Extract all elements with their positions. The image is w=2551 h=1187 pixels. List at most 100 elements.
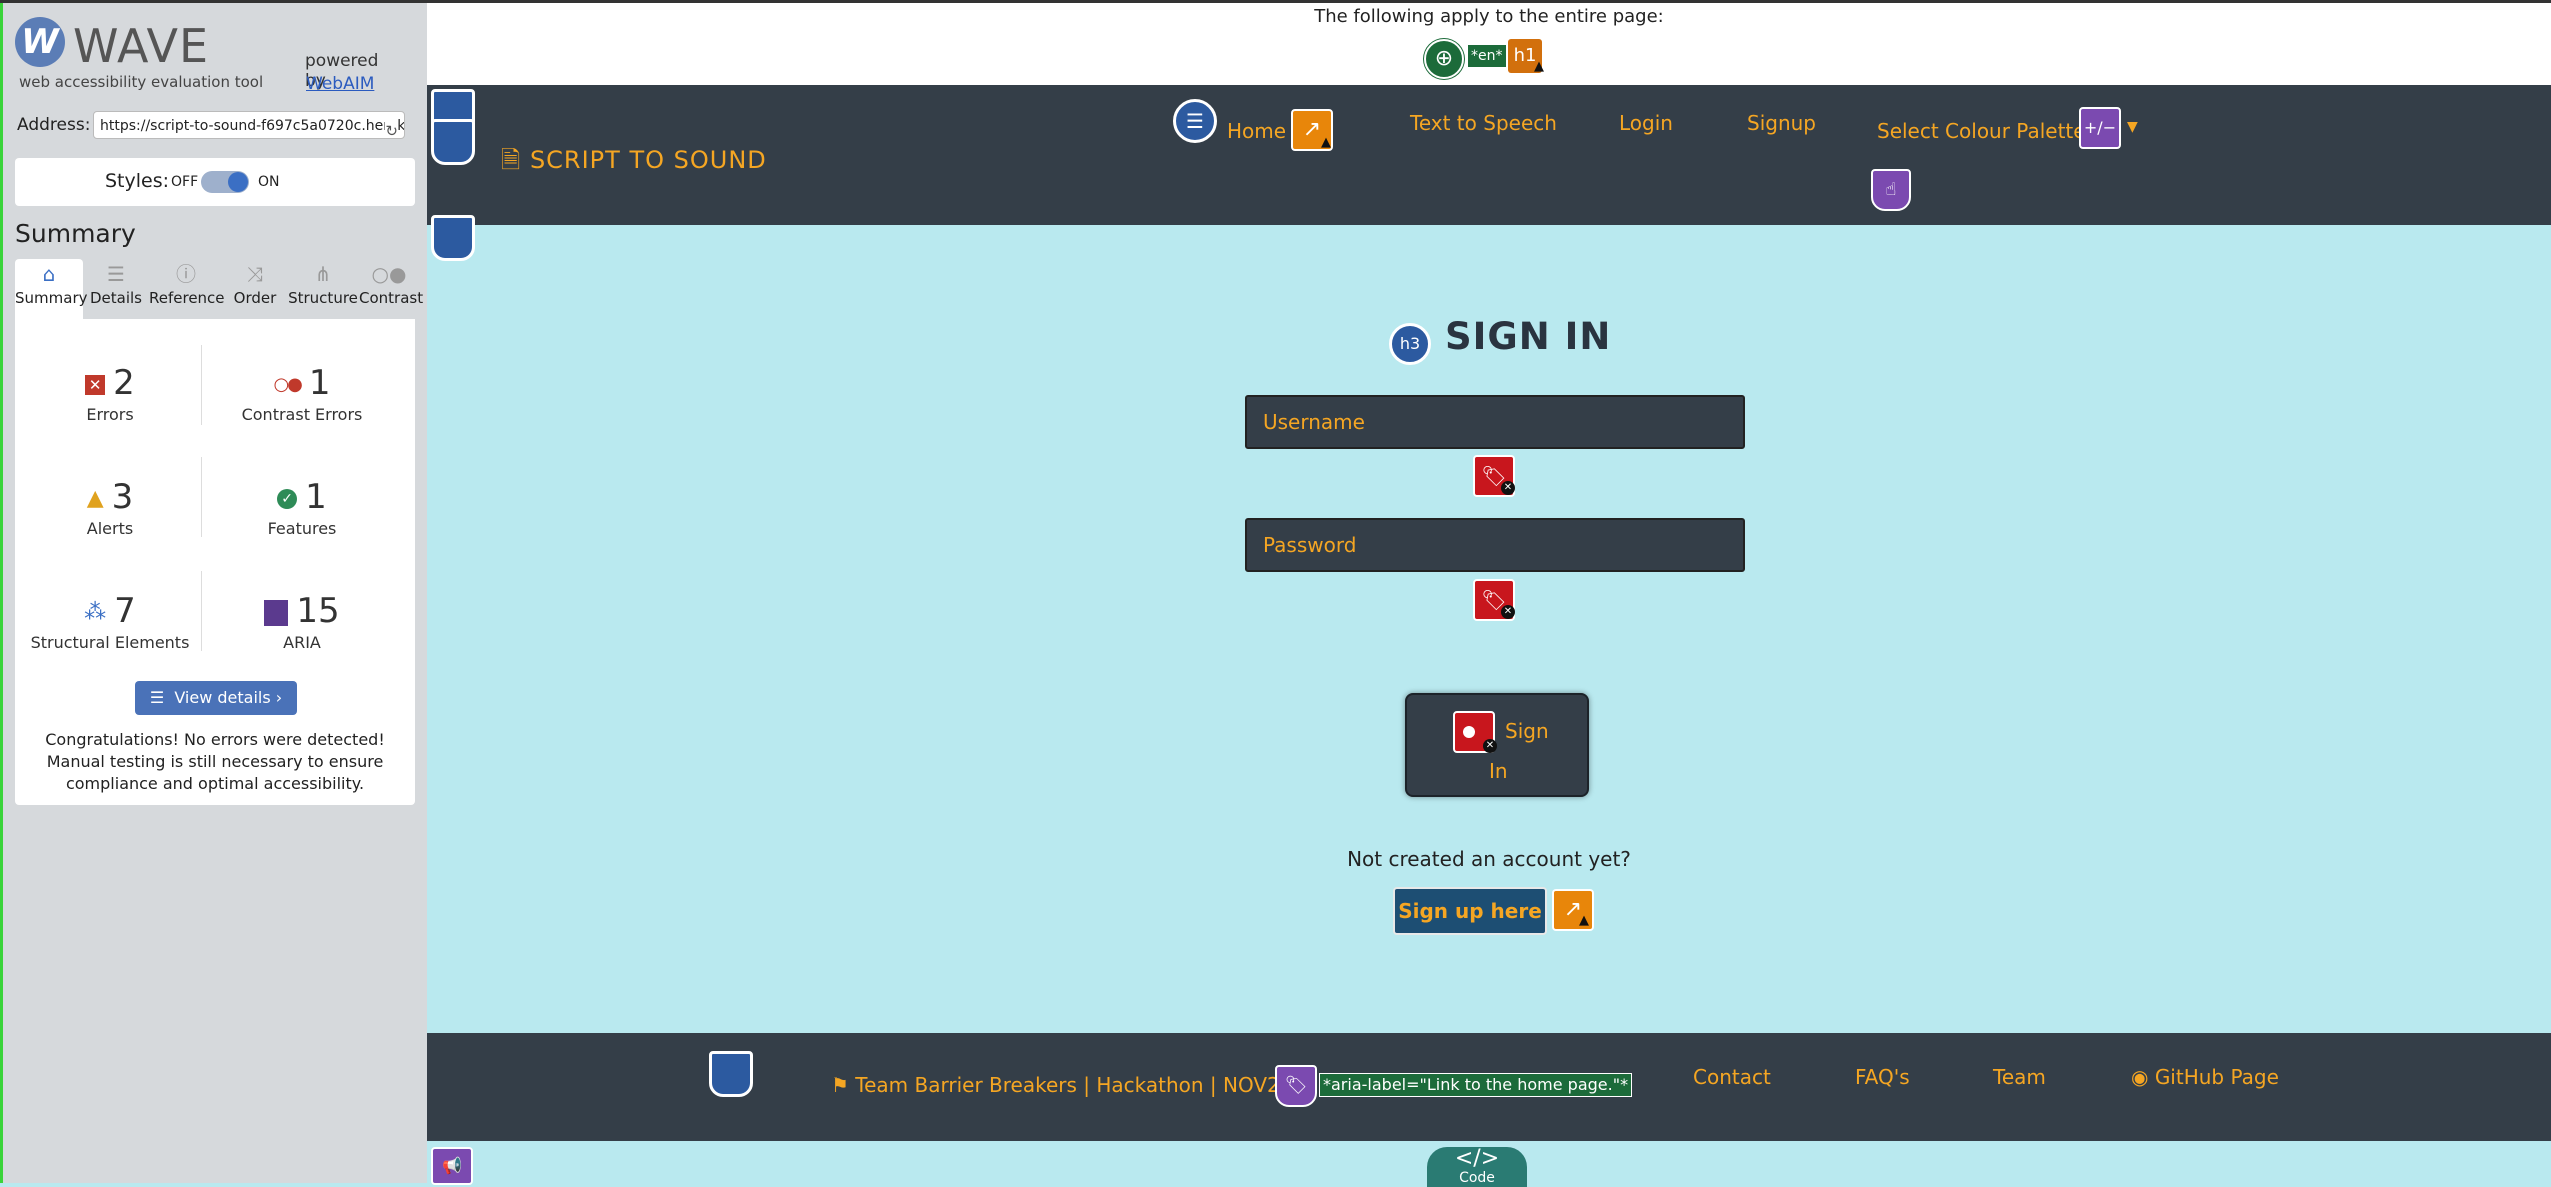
- structure-icon: ⁂: [84, 600, 107, 625]
- warning-mini-icon: ▲: [1534, 59, 1544, 74]
- divider: [201, 457, 202, 537]
- sign-in-label-1: Sign: [1505, 719, 1549, 743]
- tab-details[interactable]: ☰ Details: [83, 259, 149, 319]
- tab-label: Contrast: [359, 289, 424, 307]
- styles-on-label: ON: [258, 174, 280, 190]
- aria-hand-icon[interactable]: ☝: [1871, 169, 1911, 211]
- footer-landmark-icon[interactable]: [709, 1051, 753, 1097]
- nav-signup[interactable]: Signup: [1747, 111, 1816, 135]
- webaim-link[interactable]: WebAIM: [306, 74, 374, 94]
- username-placeholder: Username: [1263, 410, 1365, 434]
- order-icon: ⤨: [247, 262, 263, 286]
- footer-team-link[interactable]: ⚑ Team Barrier Breakers | Hackathon | NO…: [831, 1073, 1293, 1097]
- contrast-icon: ○●: [371, 262, 407, 286]
- megaphone-icon[interactable]: 📢: [431, 1147, 473, 1185]
- summary-panel: ✕ 2 Errors ○● 1 Contrast Errors ▲ 3 Alerts …: [15, 319, 415, 805]
- page-wide-title: The following apply to the entire page:: [1314, 6, 1664, 27]
- username-field[interactable]: Username: [1245, 395, 1745, 449]
- address-value: https://script-to-sound-f697c5a0720c.her…: [100, 118, 405, 134]
- page-title: SIGN IN: [1445, 315, 1612, 358]
- evaluated-page: The following apply to the entire page: …: [427, 3, 2551, 1187]
- list-icon: ☰: [107, 262, 125, 286]
- sign-in-button[interactable]: ✕ Sign In: [1405, 693, 1589, 797]
- main-landmark-icon[interactable]: [431, 215, 475, 261]
- aria-icon: [264, 599, 289, 626]
- flag-icon: ⚑: [831, 1073, 856, 1097]
- errors-count: 2: [113, 363, 135, 403]
- stat-structural[interactable]: ⁂ 7 Structural Elements: [25, 591, 195, 652]
- error-x-icon: ✕: [1501, 481, 1515, 495]
- features-label: Features: [267, 519, 337, 538]
- navigation-landmark-icon[interactable]: [431, 119, 475, 165]
- aria-count: 15: [296, 591, 340, 631]
- stat-features[interactable]: ✓ 1 Features: [217, 477, 387, 538]
- sign-in-label-2: In: [1489, 759, 1508, 783]
- reload-icon[interactable]: ↻: [385, 117, 398, 138]
- features-count: 1: [305, 477, 327, 517]
- nav-login[interactable]: Login: [1619, 111, 1673, 135]
- list-icon[interactable]: ☰: [1173, 99, 1217, 143]
- address-row: Address: https://script-to-sound-f697c5a…: [17, 111, 417, 141]
- stat-errors[interactable]: ✕ 2 Errors: [25, 363, 195, 424]
- footer-team[interactable]: Team: [1993, 1065, 2046, 1089]
- globe-icon[interactable]: ⊕: [1424, 39, 1464, 79]
- code-toggle-tab[interactable]: </> Code: [1427, 1147, 1527, 1187]
- error-x-icon: ✕: [1501, 605, 1515, 619]
- tab-label: Reference: [149, 289, 225, 307]
- divider: [201, 571, 202, 651]
- h3-heading-icon[interactable]: h3: [1389, 323, 1431, 365]
- alert-icon: ▲: [86, 486, 104, 511]
- view-details-button[interactable]: ☰ View details ›: [135, 681, 297, 715]
- footer-github[interactable]: ◉ GitHub Page: [2131, 1065, 2279, 1089]
- nav-home[interactable]: Home: [1227, 119, 1286, 143]
- error-icon: ✕: [85, 374, 106, 395]
- chevron-down-icon[interactable]: ▼: [2127, 119, 2138, 135]
- feature-icon: ✓: [277, 488, 298, 509]
- stat-alerts[interactable]: ▲ 3 Alerts: [25, 477, 195, 538]
- stat-aria[interactable]: 15 ARIA: [217, 591, 387, 652]
- congrats-message: Congratulations! No errors were detected…: [45, 730, 385, 793]
- tab-label: Structure: [288, 289, 358, 307]
- wave-tabs: ⌂ Summary ☰ Details ⓘ Reference ⤨ Order …: [15, 259, 423, 319]
- aria-label: ARIA: [283, 633, 321, 652]
- address-input[interactable]: https://script-to-sound-f697c5a0720c.her…: [93, 111, 405, 139]
- error-x-icon: ✕: [1483, 739, 1497, 753]
- wave-logo-icon[interactable]: W: [15, 17, 65, 67]
- language-badge[interactable]: *en*: [1468, 45, 1506, 67]
- aria-palette-icon[interactable]: +/−: [2079, 107, 2121, 149]
- tab-order[interactable]: ⤨ Order: [223, 259, 287, 319]
- aria-label-icon[interactable]: 🏷: [1275, 1065, 1317, 1107]
- contrast-error-icon: ○●: [273, 374, 302, 395]
- divider: [201, 345, 202, 425]
- errors-label: Errors: [86, 405, 134, 424]
- page-wide-icons-bar: The following apply to the entire page: …: [427, 3, 2551, 85]
- contrast-errors-count: 1: [308, 363, 331, 403]
- view-details-label: View details ›: [174, 688, 283, 707]
- alerts-label: Alerts: [86, 519, 134, 538]
- password-field[interactable]: Password: [1245, 518, 1745, 572]
- nav-select-colour-palette[interactable]: Select Colour Palette: [1877, 119, 2086, 143]
- tab-label: Order: [233, 289, 277, 307]
- tab-contrast[interactable]: ○● Contrast: [359, 259, 423, 319]
- address-label: Address:: [17, 115, 91, 135]
- structural-label: Structural Elements: [30, 633, 190, 652]
- nav-text-to-speech[interactable]: Text to Speech: [1410, 111, 1557, 135]
- structure-icon: ⋔: [314, 262, 332, 286]
- footer-contact[interactable]: Contact: [1693, 1065, 1771, 1089]
- aria-label-badge[interactable]: *aria-label="Link to the home page."*: [1319, 1073, 1633, 1097]
- styles-toggle-box: Styles: OFF ON: [15, 158, 415, 206]
- tab-reference[interactable]: ⓘ Reference: [149, 259, 225, 319]
- site-navbar: 🗎 SCRIPT TO SOUND ☰ Home ↗ ▲ Text to Spe…: [427, 85, 2551, 225]
- wave-title: WAVE: [73, 19, 210, 73]
- github-label: GitHub Page: [2154, 1065, 2279, 1089]
- alerts-count: 3: [111, 477, 134, 517]
- stat-contrast-errors[interactable]: ○● 1 Contrast Errors: [217, 363, 387, 424]
- styles-toggle[interactable]: [201, 171, 249, 193]
- tab-structure[interactable]: ⋔ Structure: [287, 259, 359, 319]
- sign-up-here-button[interactable]: Sign up here: [1393, 887, 1547, 935]
- footer-faqs[interactable]: FAQ's: [1855, 1065, 1910, 1089]
- github-icon: ◉: [2131, 1065, 2155, 1089]
- tab-summary[interactable]: ⌂ Summary: [15, 259, 88, 319]
- site-brand[interactable]: 🗎 SCRIPT TO SOUND: [501, 143, 767, 184]
- styles-off-label: OFF: [171, 174, 199, 190]
